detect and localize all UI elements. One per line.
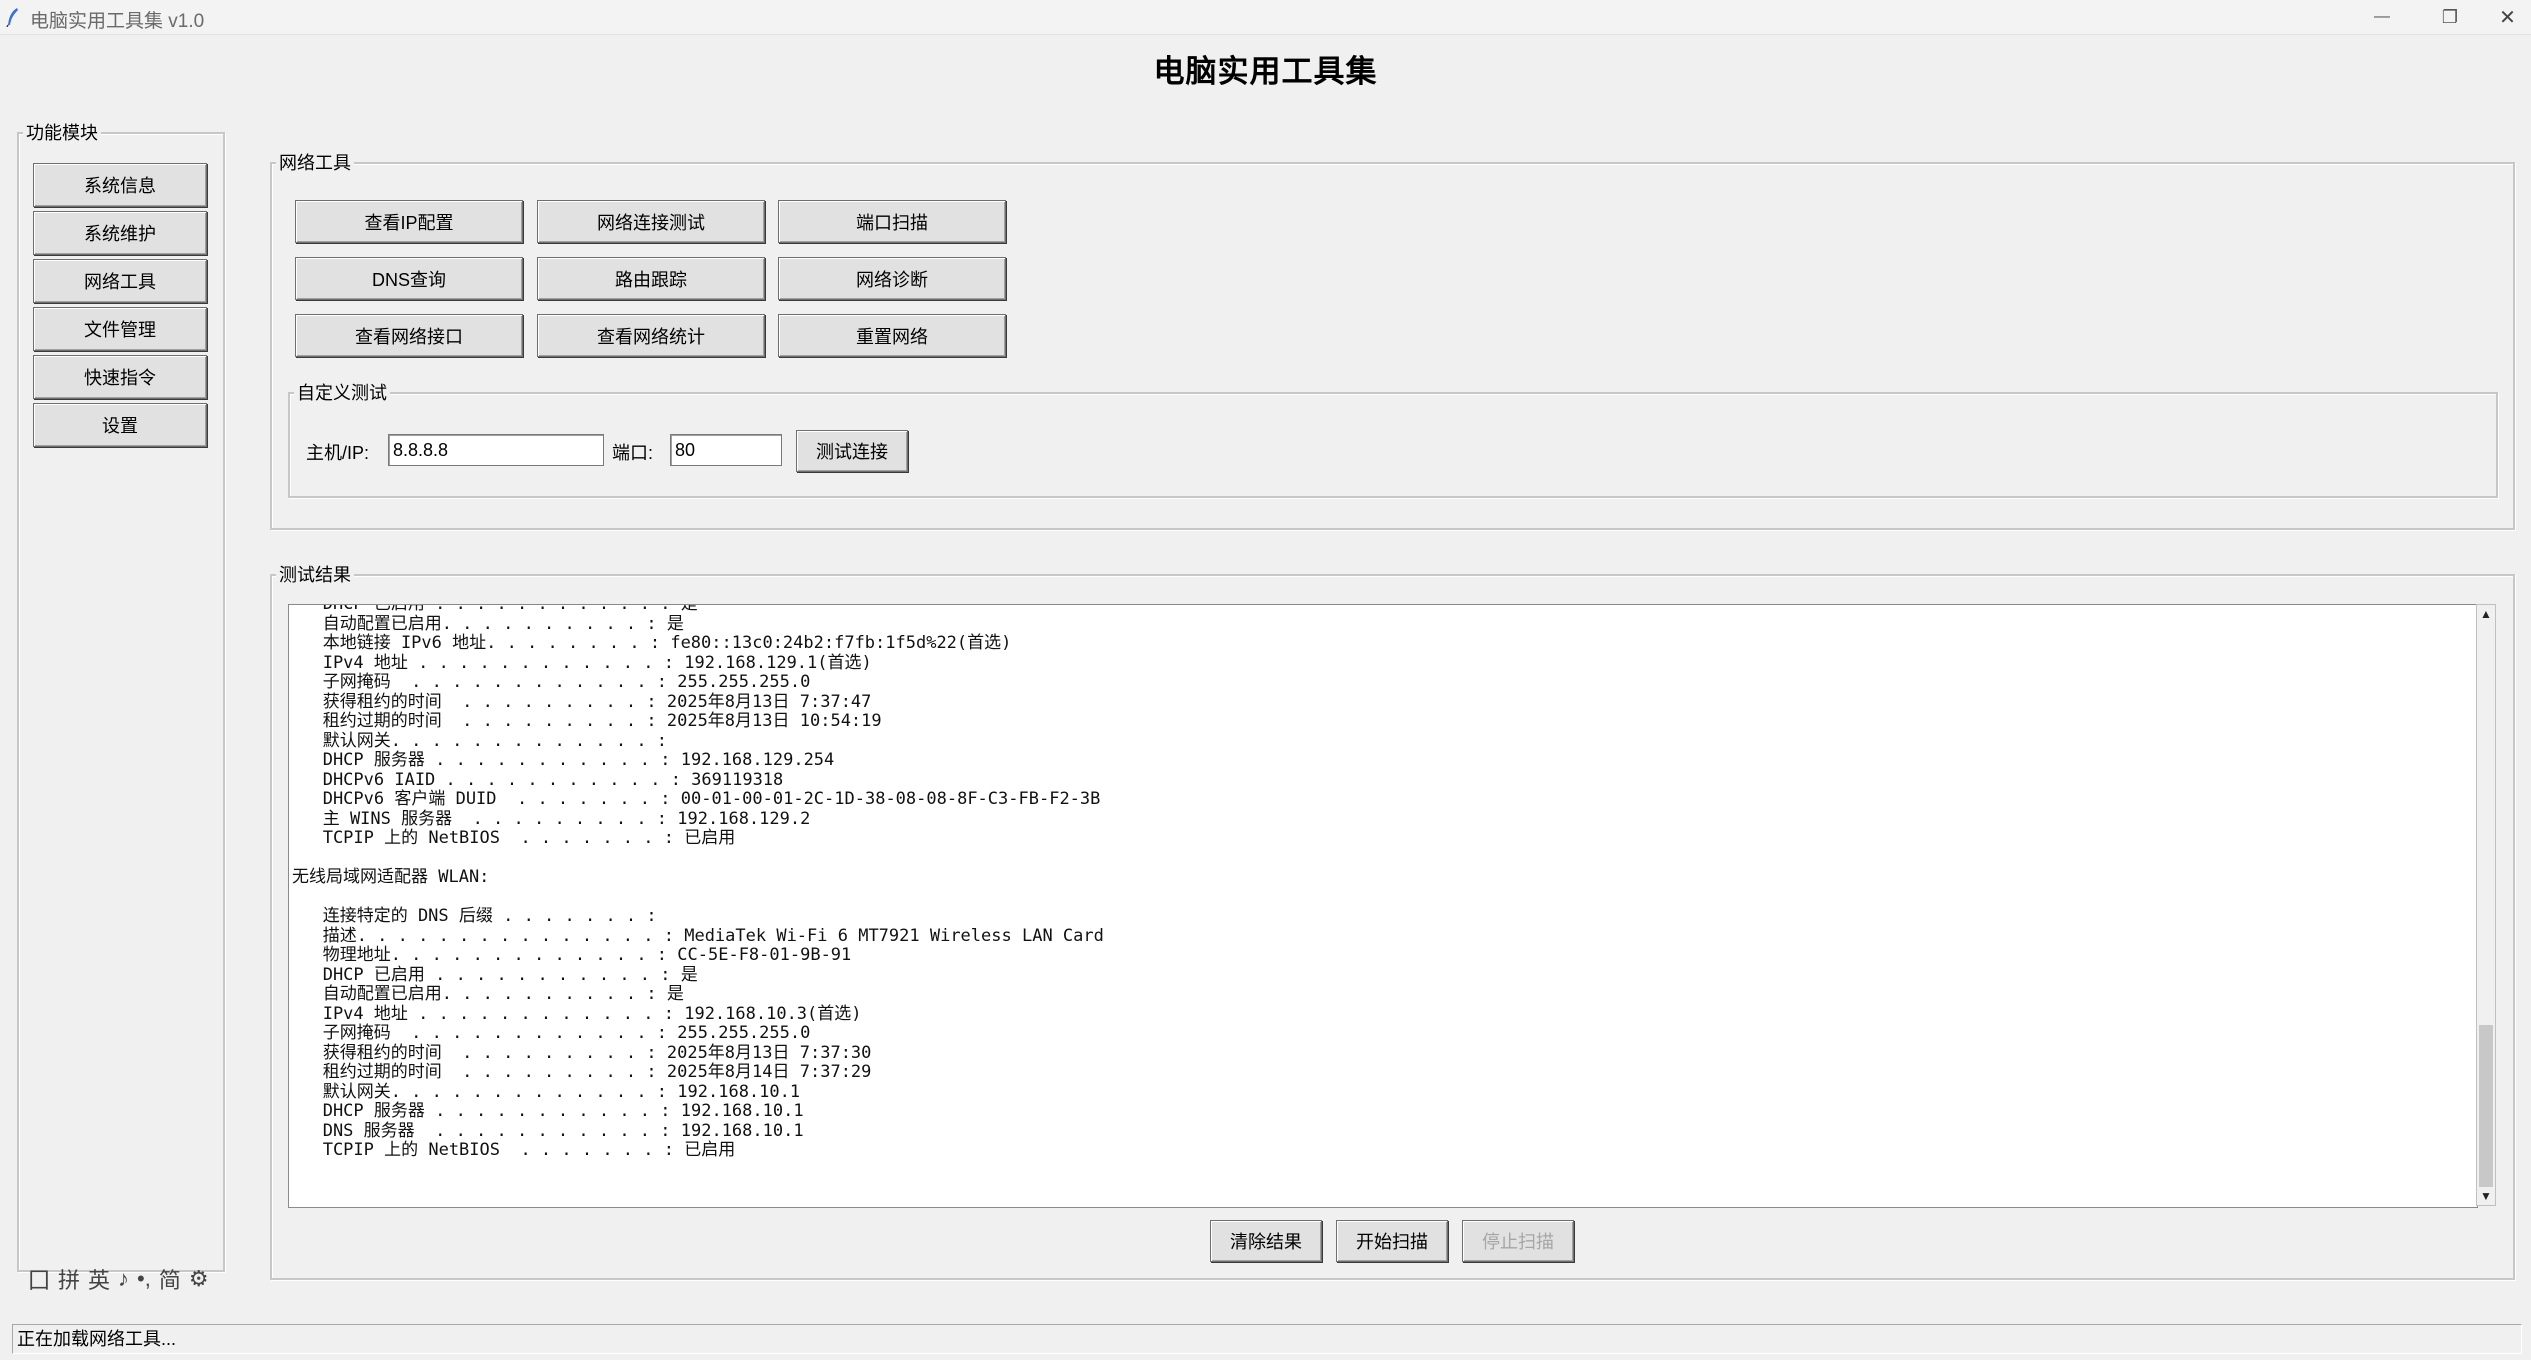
sidebar-label: 功能模块 <box>23 121 101 145</box>
sidebar-item-quick-commands[interactable]: 快速指令 <box>33 355 207 399</box>
app-heading: 电脑实用工具集 <box>1153 54 1378 89</box>
port-input[interactable] <box>670 434 782 466</box>
ime-voice-icon[interactable]: ♪ <box>118 1266 129 1292</box>
reset-network-button[interactable]: 重置网络 <box>778 314 1006 357</box>
ime-logo-icon[interactable]: 囗 <box>28 1263 50 1295</box>
sidebar-item-system-maintenance[interactable]: 系统维护 <box>33 211 207 255</box>
network-tools-label: 网络工具 <box>276 151 354 175</box>
sidebar-item-settings[interactable]: 设置 <box>33 403 207 447</box>
view-interfaces-button[interactable]: 查看网络接口 <box>295 314 523 357</box>
ime-toolbar[interactable]: 囗 拼 英 ♪ •, 简 ⚙ <box>28 1262 209 1296</box>
ime-punctuation-icon[interactable]: •, <box>137 1266 151 1292</box>
results-output-text: DHCP 已启用 . . . . . . . . . . . : 是 自动配置已… <box>292 604 1104 1160</box>
sidebar-panel: 功能模块 <box>17 121 225 1272</box>
results-output[interactable]: DHCP 已启用 . . . . . . . . . . . : 是 自动配置已… <box>288 604 2478 1208</box>
dns-query-button[interactable]: DNS查询 <box>295 257 523 300</box>
close-button[interactable]: ✕ <box>2484 0 2531 34</box>
start-scan-button[interactable]: 开始扫描 <box>1336 1220 1448 1262</box>
ime-settings-icon[interactable]: ⚙ <box>189 1266 209 1292</box>
results-label: 测试结果 <box>276 563 354 587</box>
scroll-up-icon[interactable]: ▲ <box>2479 607 2493 621</box>
scroll-down-icon[interactable]: ▼ <box>2479 1189 2493 1203</box>
port-scan-button[interactable]: 端口扫描 <box>778 200 1006 243</box>
restore-button[interactable]: ❐ <box>2416 0 2484 34</box>
test-connection-button[interactable]: 测试连接 <box>796 430 908 472</box>
view-network-stats-button[interactable]: 查看网络统计 <box>537 314 765 357</box>
traceroute-button[interactable]: 路由跟踪 <box>537 257 765 300</box>
view-ip-config-button[interactable]: 查看IP配置 <box>295 200 523 243</box>
custom-test-label: 自定义测试 <box>294 381 390 405</box>
host-input[interactable] <box>388 434 604 466</box>
window-title: 电脑实用工具集 v1.0 <box>30 11 205 32</box>
status-bar: 正在加载网络工具... <box>12 1324 2522 1354</box>
restore-icon: ❐ <box>2441 6 2459 27</box>
sidebar-item-file-management[interactable]: 文件管理 <box>33 307 207 351</box>
minimize-icon: — <box>2374 8 2390 25</box>
network-diagnose-button[interactable]: 网络诊断 <box>778 257 1006 300</box>
close-icon: ✕ <box>2499 6 2516 29</box>
title-bar: 电脑实用工具集 v1.0 — ❐ ✕ <box>0 0 2531 35</box>
minimize-button[interactable]: — <box>2348 0 2416 34</box>
ime-pinyin-icon[interactable]: 拼 <box>58 1263 80 1295</box>
ime-english-icon[interactable]: 英 <box>88 1263 110 1295</box>
sidebar-item-network-tools[interactable]: 网络工具 <box>33 259 207 303</box>
ime-simplified-icon[interactable]: 简 <box>159 1263 181 1295</box>
scrollbar-thumb[interactable] <box>2479 1025 2493 1187</box>
clear-results-button[interactable]: 清除结果 <box>1210 1220 1322 1262</box>
results-scrollbar[interactable]: ▲ ▼ <box>2476 604 2496 1206</box>
host-label: 主机/IP: <box>306 443 370 463</box>
port-label: 端口: <box>612 443 654 463</box>
feather-app-icon <box>6 8 18 27</box>
stop-scan-button: 停止扫描 <box>1462 1220 1574 1262</box>
connection-test-button[interactable]: 网络连接测试 <box>537 200 765 243</box>
sidebar-item-system-info[interactable]: 系统信息 <box>33 163 207 207</box>
